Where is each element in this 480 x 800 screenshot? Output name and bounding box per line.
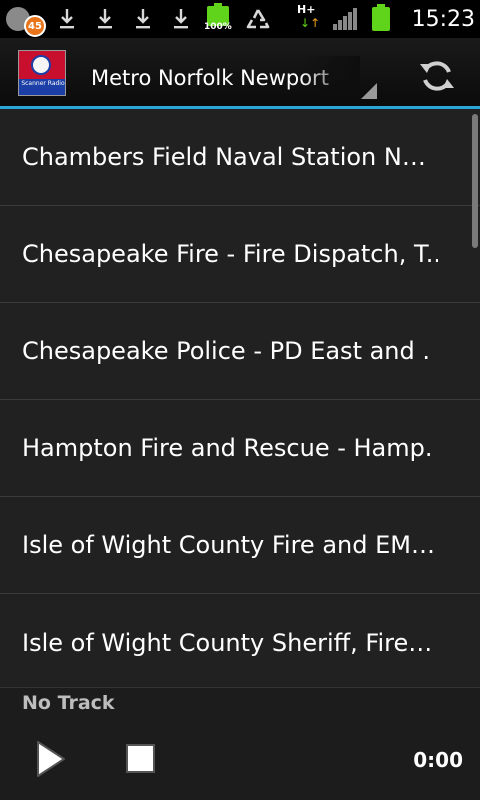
- recycle-icon: [244, 0, 272, 38]
- logo-seal-icon: [31, 55, 51, 75]
- signal-icon: [333, 8, 357, 30]
- download-icon: [94, 0, 116, 38]
- list-item-label: Chesapeake Fire - Fire Dispatch, T..: [22, 240, 438, 268]
- list-item[interactable]: Hampton Fire and Rescue - Hamp.: [0, 400, 480, 497]
- list-item[interactable]: Chesapeake Police - PD East and .: [0, 303, 480, 400]
- download-icon: [132, 0, 154, 38]
- list-item-label: Chambers Field Naval Station N…: [22, 143, 426, 171]
- spinner-fade: [300, 56, 360, 96]
- refresh-icon: [420, 61, 454, 91]
- list-item-label: Hampton Fire and Rescue - Hamp.: [22, 434, 433, 462]
- battery-icon: [372, 4, 390, 31]
- play-button[interactable]: [30, 738, 70, 780]
- battery-percent: 100%: [204, 22, 232, 32]
- list-item-label: Isle of Wight County Fire and EM…: [22, 531, 435, 559]
- spinner-arrow-icon[interactable]: [361, 83, 377, 99]
- list-item[interactable]: Isle of Wight County Fire and EM…: [0, 497, 480, 594]
- download-icon: [170, 0, 192, 38]
- list-item-label: Isle of Wight County Sheriff, Fire…: [22, 628, 433, 657]
- notification-badge-icon: 45: [24, 15, 46, 37]
- list-item[interactable]: Chambers Field Naval Station N…: [0, 109, 480, 206]
- refresh-button[interactable]: [414, 53, 460, 99]
- play-icon: [37, 741, 65, 777]
- download-icon: [56, 0, 78, 38]
- scrollbar[interactable]: [472, 114, 478, 248]
- list-item-label: Chesapeake Police - PD East and .: [22, 337, 431, 365]
- track-title: No Track: [22, 692, 115, 714]
- elapsed-time: 0:00: [413, 748, 463, 772]
- app-logo[interactable]: Scanner Radio: [18, 50, 66, 96]
- data-activity-icon: ↓↑: [300, 16, 321, 30]
- status-bar: 45 100% H+ ↓↑ 15:23: [0, 0, 480, 38]
- logo-text: Scanner Radio: [19, 79, 65, 95]
- clock: 15:23: [411, 6, 475, 32]
- list-item[interactable]: Chesapeake Fire - Fire Dispatch, T..: [0, 206, 480, 303]
- feed-list[interactable]: Chambers Field Naval Station N… Chesapea…: [0, 109, 480, 687]
- list-item[interactable]: Isle of Wight County Sheriff, Fire…: [0, 594, 480, 687]
- network-type: H+: [297, 3, 316, 16]
- stop-button[interactable]: [126, 744, 155, 773]
